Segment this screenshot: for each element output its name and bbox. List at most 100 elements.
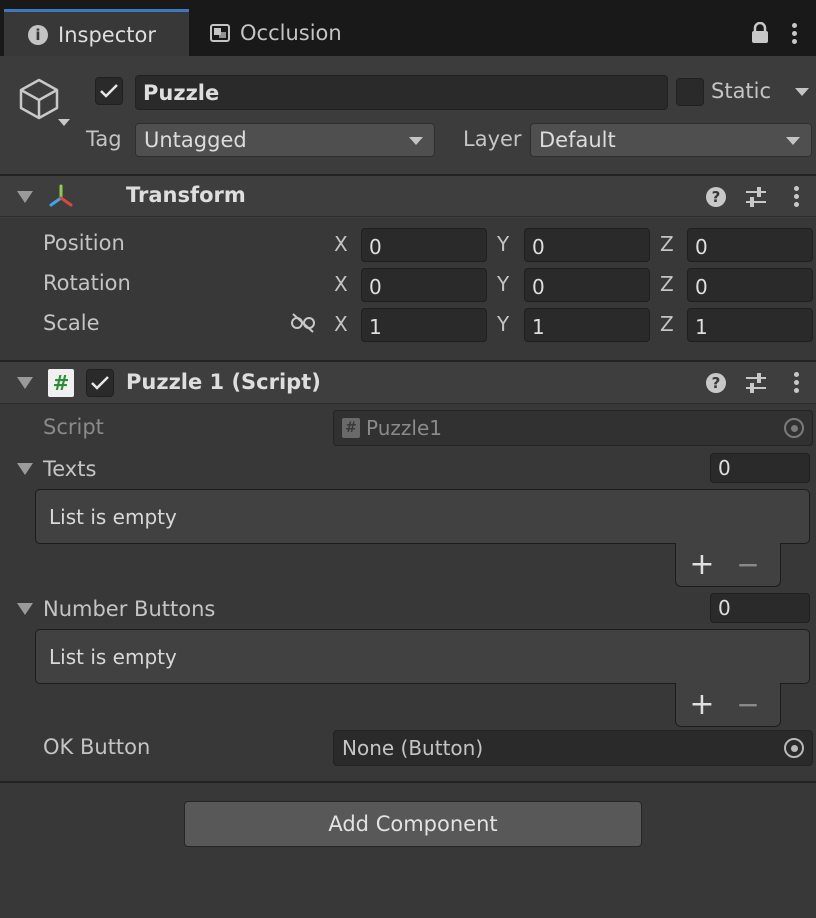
number-buttons-label[interactable]: Number Buttons bbox=[43, 597, 215, 621]
static-dropdown-arrow[interactable] bbox=[795, 88, 809, 96]
transform-header[interactable] bbox=[0, 176, 816, 218]
rotation-label: Rotation bbox=[43, 271, 131, 295]
number-buttons-add-remove: + − bbox=[675, 683, 781, 727]
number-buttons-count: 0 bbox=[718, 596, 731, 620]
layer-dropdown[interactable]: Default bbox=[530, 123, 812, 157]
help-icon[interactable]: ? bbox=[706, 373, 726, 393]
gameobject-header bbox=[0, 56, 816, 175]
position-x-field[interactable]: 0 bbox=[361, 228, 487, 262]
target-icon[interactable] bbox=[784, 738, 804, 758]
number-buttons-remove-button[interactable]: − bbox=[728, 690, 768, 719]
tab-inspector[interactable]: i Inspector bbox=[4, 9, 189, 57]
divider bbox=[0, 403, 816, 404]
axis-y-label[interactable]: Y bbox=[497, 312, 509, 336]
rotation-x-field[interactable]: 0 bbox=[361, 268, 487, 302]
tag-value: Untagged bbox=[144, 128, 247, 152]
active-checkbox[interactable] bbox=[95, 77, 123, 105]
check-icon bbox=[91, 376, 109, 390]
axis-z-label[interactable]: Z bbox=[660, 312, 674, 336]
icon-dropdown-arrow[interactable] bbox=[58, 119, 70, 126]
csharp-script-icon: # bbox=[48, 369, 74, 397]
script-foldout-arrow[interactable] bbox=[17, 377, 33, 389]
rotation-y-field[interactable]: 0 bbox=[524, 268, 650, 302]
rotation-z-field[interactable]: 0 bbox=[687, 268, 813, 302]
scale-x-value: 1 bbox=[369, 315, 382, 339]
scale-y-value: 1 bbox=[532, 315, 545, 339]
layer-value: Default bbox=[539, 128, 616, 152]
transform-menu-icon[interactable] bbox=[793, 186, 799, 207]
sliders-icon[interactable] bbox=[745, 372, 767, 394]
texts-foldout-arrow[interactable] bbox=[17, 463, 33, 475]
divider bbox=[0, 781, 816, 783]
tab-inspector-label: Inspector bbox=[58, 22, 156, 47]
occlusion-icon bbox=[210, 24, 230, 42]
axis-z-label[interactable]: Z bbox=[660, 232, 674, 256]
transform-title: Transform bbox=[126, 183, 246, 207]
scale-z-field[interactable]: 1 bbox=[687, 308, 813, 342]
help-icon[interactable]: ? bbox=[706, 187, 726, 207]
add-component-label: Add Component bbox=[328, 812, 498, 836]
transform-axes-icon bbox=[47, 183, 75, 211]
ok-button-object-field[interactable]: None (Button) bbox=[333, 730, 813, 766]
texts-label[interactable]: Texts bbox=[43, 457, 96, 481]
tag-label: Tag bbox=[86, 127, 122, 151]
axis-y-label[interactable]: Y bbox=[497, 272, 509, 296]
number-buttons-add-button[interactable]: + bbox=[676, 689, 728, 720]
ok-button-value: None (Button) bbox=[342, 736, 484, 760]
number-buttons-empty-message: List is empty bbox=[49, 644, 177, 669]
unlinked-chain-icon[interactable] bbox=[290, 313, 316, 333]
texts-add-button[interactable]: + bbox=[676, 549, 728, 580]
rotation-x-value: 0 bbox=[369, 275, 382, 299]
position-z-field[interactable]: 0 bbox=[687, 228, 813, 262]
script-enabled-checkbox[interactable] bbox=[86, 369, 114, 397]
position-y-field[interactable]: 0 bbox=[524, 228, 650, 262]
scale-z-value: 1 bbox=[695, 315, 708, 339]
position-label: Position bbox=[43, 231, 125, 255]
cube-icon[interactable] bbox=[17, 77, 61, 121]
number-buttons-size-field[interactable]: 0 bbox=[710, 593, 810, 623]
lock-icon[interactable] bbox=[751, 21, 769, 44]
sliders-icon[interactable] bbox=[745, 186, 767, 208]
name-field[interactable]: Puzzle bbox=[135, 75, 668, 110]
axis-x-label[interactable]: X bbox=[334, 312, 348, 336]
target-icon bbox=[784, 418, 804, 438]
chevron-down-icon bbox=[786, 137, 800, 145]
tab-menu-icon[interactable] bbox=[791, 23, 797, 44]
scale-label: Scale bbox=[43, 311, 100, 335]
divider bbox=[0, 216, 816, 217]
texts-list-box: List is empty bbox=[35, 489, 810, 544]
axis-x-label[interactable]: X bbox=[334, 272, 348, 296]
name-value: Puzzle bbox=[143, 80, 220, 105]
texts-remove-button[interactable]: − bbox=[728, 550, 768, 579]
transform-foldout-arrow[interactable] bbox=[17, 191, 33, 203]
number-buttons-foldout-arrow[interactable] bbox=[17, 603, 33, 615]
script-object-field: # Puzzle1 bbox=[333, 410, 813, 446]
csharp-script-icon: # bbox=[342, 418, 360, 438]
info-icon: i bbox=[28, 24, 48, 45]
texts-add-remove: + − bbox=[675, 543, 781, 587]
texts-size-field[interactable]: 0 bbox=[710, 453, 810, 483]
layer-label: Layer bbox=[463, 127, 522, 151]
tab-occlusion[interactable]: Occlusion bbox=[210, 9, 342, 57]
position-x-value: 0 bbox=[369, 235, 382, 259]
chevron-down-icon bbox=[409, 137, 423, 145]
static-label: Static bbox=[711, 79, 772, 103]
script-component-header[interactable] bbox=[0, 362, 816, 404]
axis-y-label[interactable]: Y bbox=[497, 232, 509, 256]
script-menu-icon[interactable] bbox=[793, 372, 799, 393]
scale-y-field[interactable]: 1 bbox=[524, 308, 650, 342]
script-icon-glyph: # bbox=[52, 371, 70, 395]
rotation-z-value: 0 bbox=[695, 275, 708, 299]
static-checkbox[interactable] bbox=[676, 78, 704, 106]
position-z-value: 0 bbox=[695, 235, 708, 259]
number-buttons-list-box: List is empty bbox=[35, 629, 810, 684]
axis-x-label[interactable]: X bbox=[334, 232, 348, 256]
scale-x-field[interactable]: 1 bbox=[361, 308, 487, 342]
add-component-button[interactable]: Add Component bbox=[184, 801, 642, 847]
tab-occlusion-label: Occlusion bbox=[240, 21, 342, 45]
texts-empty-message: List is empty bbox=[49, 504, 177, 529]
tag-dropdown[interactable]: Untagged bbox=[135, 123, 435, 157]
rotation-y-value: 0 bbox=[532, 275, 545, 299]
axis-z-label[interactable]: Z bbox=[660, 272, 674, 296]
position-y-value: 0 bbox=[532, 235, 545, 259]
